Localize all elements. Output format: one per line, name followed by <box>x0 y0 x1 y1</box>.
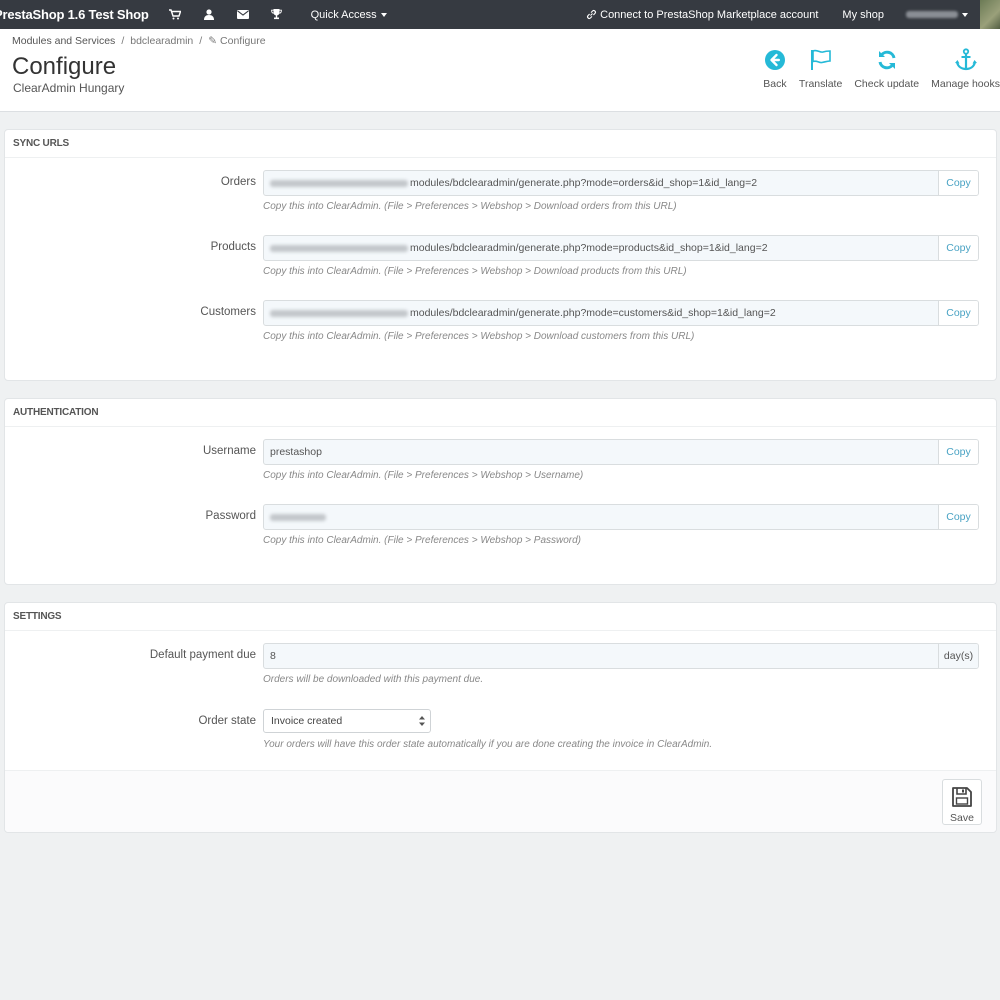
check-update-button[interactable]: Check update <box>854 48 919 90</box>
panel-heading: SETTINGS <box>5 603 996 631</box>
products-url-field[interactable]: modules/bdclearadmin/generate.php?mode=p… <box>263 235 979 261</box>
copy-button[interactable]: Copy <box>938 236 978 260</box>
products-label: Products <box>210 241 256 253</box>
copy-button[interactable]: Copy <box>938 171 978 195</box>
payment-due-input[interactable]: 8 day(s) <box>263 643 979 669</box>
save-icon <box>952 787 972 807</box>
user-icon[interactable] <box>201 7 217 23</box>
redacted-host <box>270 179 408 187</box>
wrench-icon: ✎ <box>208 35 218 47</box>
panel-heading: SYNC URLS <box>5 130 996 158</box>
envelope-icon[interactable] <box>235 7 251 23</box>
copy-button[interactable]: Copy <box>938 440 978 464</box>
breadcrumb-item[interactable]: Modules and Services <box>12 35 115 47</box>
help-text: Your orders will have this order state a… <box>263 739 713 750</box>
redacted-password <box>270 513 326 521</box>
refresh-icon <box>875 48 899 72</box>
username-label: Username <box>202 445 256 457</box>
page-title: Configure <box>12 53 117 80</box>
copy-button[interactable]: Copy <box>938 301 978 325</box>
cart-icon[interactable] <box>167 7 183 23</box>
breadcrumb-current: Configure <box>220 35 266 47</box>
anchor-icon <box>954 48 978 72</box>
days-suffix: day(s) <box>938 644 978 668</box>
breadcrumb: Modules and Services / bdclearadmin / ✎ Confi… <box>12 35 266 47</box>
orders-url-field[interactable]: modules/bdclearadmin/generate.php?mode=o… <box>263 170 979 196</box>
top-navbar: PrestaShop 1.6 Test Shop Quick Access Co… <box>0 0 1000 29</box>
save-button[interactable]: Save <box>942 779 982 825</box>
avatar <box>980 0 1000 29</box>
password-label: Password <box>205 510 257 522</box>
redacted-host <box>270 244 408 252</box>
payment-due-label: Default payment due <box>149 649 256 661</box>
back-button[interactable]: Back <box>763 48 787 90</box>
employee-name-redacted <box>906 11 958 18</box>
select-arrows-icon <box>419 716 425 726</box>
redacted-host <box>270 309 408 317</box>
link-icon <box>587 10 597 19</box>
page-toolbar: Back Translate Check update Manage hooks <box>751 48 1000 90</box>
authentication-panel: AUTHENTICATION Username prestashop Copy … <box>4 398 997 585</box>
flag-icon <box>809 48 833 72</box>
page-header: Modules and Services / bdclearadmin / ✎ Confi… <box>0 29 1000 112</box>
shop-brand[interactable]: PrestaShop 1.6 Test Shop <box>0 7 149 22</box>
copy-button[interactable]: Copy <box>938 505 978 529</box>
orders-label: Orders <box>220 176 256 188</box>
customers-url-field[interactable]: modules/bdclearadmin/generate.php?mode=c… <box>263 300 979 326</box>
help-text: Copy this into ClearAdmin. (File > Prefe… <box>263 201 677 212</box>
page-subtitle: ClearAdmin Hungary <box>13 81 125 95</box>
translate-button[interactable]: Translate <box>799 48 842 90</box>
breadcrumb-item[interactable]: bdclearadmin <box>130 35 193 47</box>
panel-heading: AUTHENTICATION <box>5 399 996 427</box>
my-shop-link[interactable]: My shop <box>842 9 884 21</box>
trophy-icon[interactable] <box>269 7 285 23</box>
sync-urls-panel: SYNC URLS Orders modules/bdclearadmin/ge… <box>4 129 997 381</box>
panel-footer: Save <box>5 770 996 832</box>
settings-panel: SETTINGS Default payment due 8 day(s) Or… <box>4 602 997 833</box>
customers-label: Customers <box>200 306 256 318</box>
help-text: Copy this into ClearAdmin. (File > Prefe… <box>263 535 582 546</box>
employee-menu[interactable] <box>906 0 1000 29</box>
arrow-circle-left-icon <box>763 48 787 72</box>
help-text: Copy this into ClearAdmin. (File > Prefe… <box>263 331 695 342</box>
help-text: Copy this into ClearAdmin. (File > Prefe… <box>263 470 584 481</box>
quick-access-menu[interactable]: Quick Access <box>311 9 387 21</box>
password-field[interactable]: Copy <box>263 504 979 530</box>
marketplace-connect-link[interactable]: Connect to PrestaShop Marketplace accoun… <box>586 9 818 21</box>
help-text: Orders will be downloaded with this paym… <box>263 674 484 685</box>
manage-hooks-button[interactable]: Manage hooks <box>931 48 1000 90</box>
help-text: Copy this into ClearAdmin. (File > Prefe… <box>263 266 687 277</box>
username-field[interactable]: prestashop Copy <box>263 439 979 465</box>
chevron-down-icon <box>962 12 968 17</box>
order-state-label: Order state <box>198 715 256 727</box>
chevron-down-icon <box>380 12 387 17</box>
order-state-select[interactable]: Invoice created <box>263 709 431 733</box>
